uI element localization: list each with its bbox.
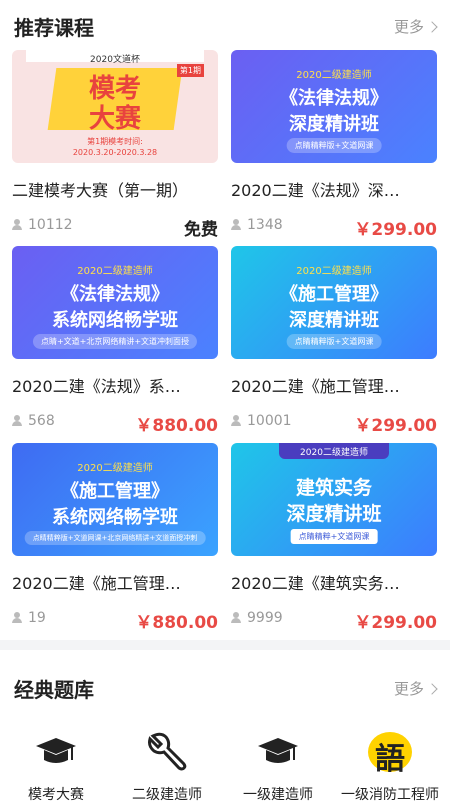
course-price: ￥299.00 (354, 220, 437, 240)
course-thumbnail: 2020二级建造师 《施工管理》 深度精讲班 点睛精粹版+文道网课 (231, 246, 437, 359)
student-count: 568 (12, 413, 55, 429)
course-thumbnail: 2020文道杯 模考 大赛 第1期 第1期模考时间: 2020.3.20-202… (12, 50, 218, 163)
course-title: 二建模考大赛（第一期） (12, 181, 189, 200)
course-thumbnail: 2020二级建造师 建筑实务 深度精讲班 点睛精粹+文道网课 (231, 443, 437, 556)
person-icon (231, 612, 241, 623)
course-title: 2020二建《建筑实务… (231, 574, 400, 593)
more-link[interactable]: 更多 (394, 16, 438, 37)
section-title: 推荐课程 (14, 16, 94, 40)
chevron-right-icon (426, 21, 438, 33)
category-fire-engineer[interactable]: 語 一级消防工程师 (340, 728, 440, 804)
course-card[interactable]: 2020二级建造师 《法律法规》 深度精讲班 点睛精粹版+文道网课 2020二建… (231, 50, 437, 240)
course-price: ￥880.00 (135, 416, 218, 436)
course-card[interactable]: 2020二级建造师 《施工管理》 深度精讲班 点睛精粹版+文道网课 2020二建… (231, 246, 437, 436)
student-count: 19 (12, 610, 46, 626)
course-title: 2020二建《法规》系… (12, 377, 181, 396)
question-bank-header: 经典题库 更多 (0, 662, 450, 712)
wrench-icon (143, 728, 191, 776)
language-icon: 語 (366, 728, 414, 777)
course-price: ￥299.00 (354, 416, 437, 436)
student-count: 10001 (231, 413, 292, 429)
course-thumbnail: 2020二级建造师 《施工管理》 系统网络畅学班 点睛精粹版+文道网课+北京网络… (12, 443, 218, 556)
person-icon (12, 612, 22, 623)
chevron-right-icon (426, 683, 438, 695)
category-first-builder[interactable]: 一级建造师 (228, 728, 328, 804)
course-thumbnail: 2020二级建造师 《法律法规》 深度精讲班 点睛精粹版+文道网课 (231, 50, 437, 163)
course-card[interactable]: 2020文道杯 模考 大赛 第1期 第1期模考时间: 2020.3.20-202… (12, 50, 218, 240)
student-count: 1348 (231, 217, 283, 233)
graduation-cap-icon (254, 728, 302, 776)
course-price: ￥299.00 (354, 613, 437, 633)
course-card[interactable]: 2020二级建造师 建筑实务 深度精讲班 点睛精粹+文道网课 2020二建《建筑… (231, 443, 437, 633)
recommended-header: 推荐课程 更多 (0, 0, 450, 50)
course-card[interactable]: 2020二级建造师 《施工管理》 系统网络畅学班 点睛精粹版+文道网课+北京网络… (12, 443, 218, 633)
course-card[interactable]: 2020二级建造师 《法律法规》 系统网络畅学班 点睛+文道+北京网络精讲+文道… (12, 246, 218, 436)
student-count: 9999 (231, 610, 283, 626)
student-count: 10112 (12, 217, 73, 233)
course-title: 2020二建《法规》深… (231, 181, 400, 200)
person-icon (231, 415, 241, 426)
course-price: 免费 (184, 220, 218, 240)
category-mock-exam[interactable]: 模考大赛 (6, 728, 106, 804)
person-icon (12, 415, 22, 426)
more-link[interactable]: 更多 (394, 678, 438, 699)
section-title: 经典题库 (14, 678, 94, 702)
course-title: 2020二建《施工管理… (231, 377, 400, 396)
graduation-cap-icon (32, 728, 80, 776)
person-icon (231, 219, 241, 230)
course-thumbnail: 2020二级建造师 《法律法规》 系统网络畅学班 点睛+文道+北京网络精讲+文道… (12, 246, 218, 359)
person-icon (12, 219, 22, 230)
course-title: 2020二建《施工管理… (12, 574, 181, 593)
category-second-builder[interactable]: 二级建造师 (117, 728, 217, 804)
course-price: ￥880.00 (135, 613, 218, 633)
section-divider (0, 640, 450, 650)
